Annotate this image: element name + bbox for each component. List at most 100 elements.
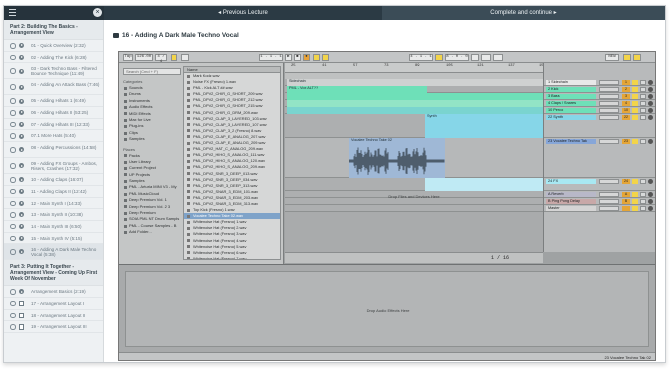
arrangement-view[interactable]: 2541577389105121137153 SidechainPML - Vo… <box>285 63 546 252</box>
arrangement-clip[interactable] <box>425 178 543 191</box>
track-activator-button[interactable]: A <box>622 191 630 197</box>
routing-dropdown[interactable] <box>599 138 619 144</box>
track-name[interactable]: Master <box>546 205 596 211</box>
track-activator-button[interactable]: 23 <box>622 138 630 144</box>
completion-circle-icon[interactable] <box>10 289 16 295</box>
arm-button[interactable] <box>640 107 646 113</box>
track-name[interactable]: 2 Kick <box>546 86 596 92</box>
solo-button[interactable] <box>632 178 638 184</box>
completion-circle-icon[interactable] <box>10 300 16 307</box>
completion-circle-icon[interactable] <box>10 54 16 61</box>
arrangement-clip[interactable]: Synth <box>425 114 543 138</box>
solo-button[interactable] <box>632 205 638 211</box>
solo-button[interactable] <box>632 100 638 106</box>
track-name[interactable]: 4 Claps / Snares <box>546 100 596 106</box>
track-activator-button[interactable]: 24 <box>622 178 630 184</box>
arrangement-clip[interactable] <box>287 107 543 114</box>
track-activator-button[interactable]: B <box>622 198 630 204</box>
arm-button[interactable] <box>640 191 646 197</box>
track-lane[interactable] <box>285 205 543 212</box>
track-header[interactable]: Master <box>544 205 655 212</box>
completion-circle-icon[interactable] <box>10 43 16 49</box>
close-sidebar-icon[interactable]: × <box>93 8 102 17</box>
completion-circle-icon[interactable] <box>10 121 16 128</box>
completion-circle-icon[interactable] <box>10 312 16 319</box>
track-activator-button[interactable]: 4 <box>622 100 630 106</box>
track-name[interactable]: B Ping Pong Delay <box>546 198 596 204</box>
completion-circle-icon[interactable] <box>10 147 16 153</box>
arrangement-clip[interactable]: Sidechain <box>287 79 543 86</box>
lesson-item[interactable]: 03 - Dark Techno Bass - Filtered Bounce … <box>4 63 103 80</box>
arm-button[interactable] <box>640 138 646 144</box>
device-drop-area[interactable]: Drop Audio Effects Here <box>125 271 649 347</box>
completion-circle-icon[interactable] <box>10 324 16 330</box>
track-header[interactable]: 10 Perco 10 <box>544 107 655 114</box>
completion-circle-icon[interactable] <box>10 188 16 195</box>
track-header[interactable]: 2 Kick 2 <box>544 86 655 93</box>
track-name[interactable]: 24 FX <box>546 178 596 184</box>
menu-icon[interactable] <box>9 9 16 16</box>
draw-mode-button[interactable] <box>471 54 479 61</box>
metronome-button[interactable] <box>171 54 177 61</box>
solo-button[interactable] <box>632 198 638 204</box>
bpm-field[interactable]: 126.00 <box>135 54 153 61</box>
arm-button[interactable] <box>640 100 646 106</box>
lesson-item[interactable]: 18 - Arrangement Layout II <box>4 310 103 322</box>
routing-dropdown[interactable] <box>599 107 619 113</box>
routing-dropdown[interactable] <box>599 178 619 184</box>
arm-button[interactable] <box>640 178 646 184</box>
time-signature-field[interactable]: 4 / 4 <box>155 54 167 64</box>
completion-circle-icon[interactable] <box>10 98 16 104</box>
lesson-item[interactable]: 04 - Adding An Attack Bass (7:46) <box>4 79 103 96</box>
solo-button[interactable] <box>632 191 638 197</box>
routing-dropdown[interactable] <box>599 205 619 211</box>
completion-circle-icon[interactable] <box>10 110 16 116</box>
pan-knob-icon[interactable] <box>648 93 653 99</box>
track-header[interactable]: 24 FX 24 <box>544 178 655 191</box>
solo-button[interactable] <box>632 107 638 113</box>
track-lane[interactable] <box>285 198 543 205</box>
completion-circle-icon[interactable] <box>10 68 16 74</box>
completion-circle-icon[interactable] <box>10 200 16 206</box>
completion-circle-icon[interactable] <box>10 249 16 255</box>
solo-button[interactable] <box>632 86 638 92</box>
overdub-button[interactable] <box>313 54 320 61</box>
lesson-item[interactable]: 11 - Adding Claps II (12:42) <box>4 186 103 198</box>
track-header[interactable]: 22 Synth 22 <box>544 114 655 138</box>
track-name[interactable]: A Reverb <box>546 191 596 197</box>
lesson-item[interactable]: 07 - Adding Hihats III (12:33) <box>4 119 103 131</box>
arm-button[interactable] <box>640 205 646 211</box>
lesson-item[interactable]: 19 - Arrangement Layout III <box>4 321 103 333</box>
pan-knob-icon[interactable] <box>648 79 653 85</box>
routing-dropdown[interactable] <box>599 198 619 204</box>
arm-button[interactable] <box>640 86 646 92</box>
stop-button[interactable]: ■ <box>294 54 301 61</box>
completion-circle-icon[interactable] <box>10 223 16 230</box>
track-activator-button[interactable]: 1 <box>622 79 630 85</box>
loop-length-field[interactable]: 8 . 0 . 0 <box>445 54 469 61</box>
routing-dropdown[interactable] <box>599 191 619 197</box>
arm-button[interactable] <box>640 114 646 120</box>
pan-knob-icon[interactable] <box>648 86 653 92</box>
track-activator-button[interactable]: 3 <box>622 93 630 99</box>
pan-knob-icon[interactable] <box>648 138 653 144</box>
loop-start-field[interactable]: 4 . 1 . 1 <box>409 54 433 61</box>
pan-knob-icon[interactable] <box>648 100 653 106</box>
arm-button[interactable] <box>640 198 646 204</box>
lesson-item[interactable]: 02 - Adding The Kick (6:28) <box>4 52 103 64</box>
completion-circle-icon[interactable] <box>10 177 16 183</box>
lesson-item[interactable]: 16 - Adding A Dark Male Techno Vocal (5:… <box>4 244 103 261</box>
track-header[interactable]: 23 Vocalee Techno Tak 23 <box>544 138 655 178</box>
track-header[interactable]: B Ping Pong Delay B <box>544 198 655 205</box>
lesson-item[interactable]: 08 - Adding Percussions (14:58) <box>4 142 103 159</box>
solo-button[interactable] <box>632 93 638 99</box>
pan-knob-icon[interactable] <box>648 114 653 120</box>
routing-dropdown[interactable] <box>599 114 619 120</box>
loop-button[interactable] <box>435 54 443 61</box>
track-header[interactable]: 3 Bass 3 <box>544 93 655 100</box>
lesson-item[interactable]: 09 - Adding FX Groups - Ambos, Risers, C… <box>4 158 103 175</box>
lesson-item[interactable]: 15 - Main Synth IV (5:15) <box>4 233 103 245</box>
lesson-item[interactable]: 13 - Main Synth II (10:38) <box>4 209 103 221</box>
routing-dropdown[interactable] <box>599 86 619 92</box>
routing-dropdown[interactable] <box>599 79 619 85</box>
